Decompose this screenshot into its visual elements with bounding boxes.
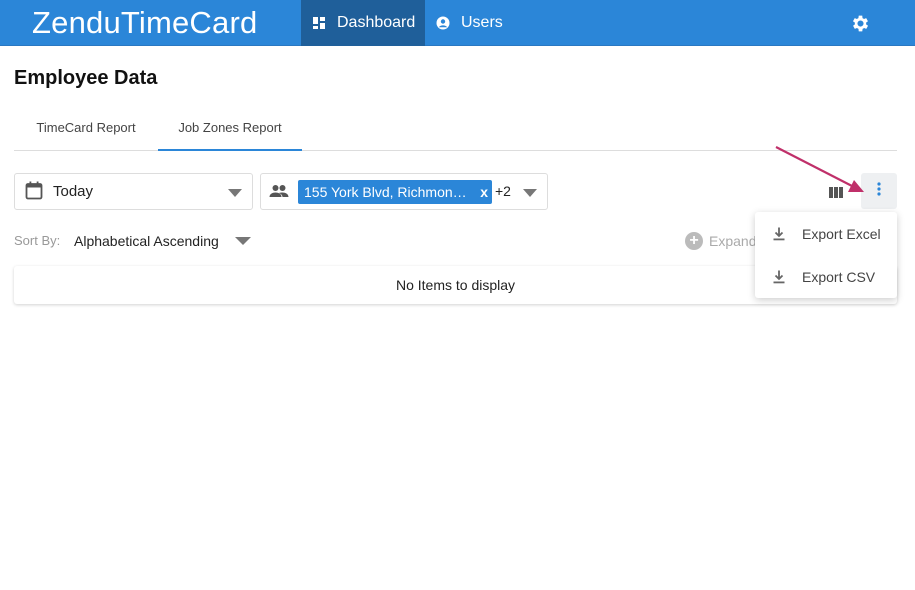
date-range-select[interactable]: Today: [14, 173, 253, 210]
chevron-down-icon: [523, 189, 537, 197]
download-icon: [773, 227, 785, 241]
people-icon: [269, 183, 289, 199]
annotation-arrow: [775, 146, 864, 192]
nav-item-dashboard[interactable]: Dashboard: [301, 0, 425, 46]
calendar-icon: [25, 181, 43, 200]
download-icon: [773, 270, 785, 284]
selected-zone-label: 155 York Blvd, Richmond Hill: [304, 184, 474, 200]
menu-item-label: Export CSV: [802, 268, 876, 285]
menu-item-export-excel[interactable]: Export Excel: [755, 212, 897, 255]
tab-timecard-report[interactable]: TimeCard Report: [14, 108, 158, 151]
menu-item-label: Export Excel: [802, 225, 881, 242]
tab-job-zones-report[interactable]: Job Zones Report: [158, 108, 302, 151]
nav-item-label: Users: [461, 14, 503, 31]
expand-label: Expand: [709, 233, 757, 249]
selected-zone-chip[interactable]: 155 York Blvd, Richmond Hill x: [298, 180, 492, 204]
report-tabs: TimeCard Report Job Zones Report: [14, 108, 897, 151]
brand-logo[interactable]: ZenduTimeCard: [32, 4, 257, 42]
sort-label: Sort By:: [14, 233, 61, 248]
top-navbar: ZenduTimeCard Dashboard Users: [0, 0, 915, 46]
expand-all-button[interactable]: + Expand: [685, 232, 756, 250]
job-zone-select[interactable]: 155 York Blvd, Richmond Hill x +2: [260, 173, 548, 210]
more-vertical-icon: [877, 181, 881, 201]
chevron-down-icon[interactable]: [235, 237, 251, 245]
plus-circle-icon: +: [685, 232, 703, 250]
export-menu: Export Excel Export CSV: [755, 212, 897, 298]
more-zones-count: +2: [495, 183, 511, 199]
menu-item-export-csv[interactable]: Export CSV: [755, 255, 897, 298]
date-range-value: Today: [53, 183, 94, 200]
chip-remove-button[interactable]: x: [480, 180, 488, 204]
user-circle-icon: [436, 16, 450, 30]
sort-select[interactable]: Alphabetical Ascending: [74, 233, 219, 249]
chevron-down-icon: [228, 189, 242, 197]
page-title: Employee Data: [14, 67, 158, 89]
gear-icon[interactable]: [850, 13, 871, 34]
nav-item-label: Dashboard: [337, 14, 416, 31]
nav-item-users[interactable]: Users: [425, 0, 515, 46]
dashboard-icon: [312, 16, 326, 30]
